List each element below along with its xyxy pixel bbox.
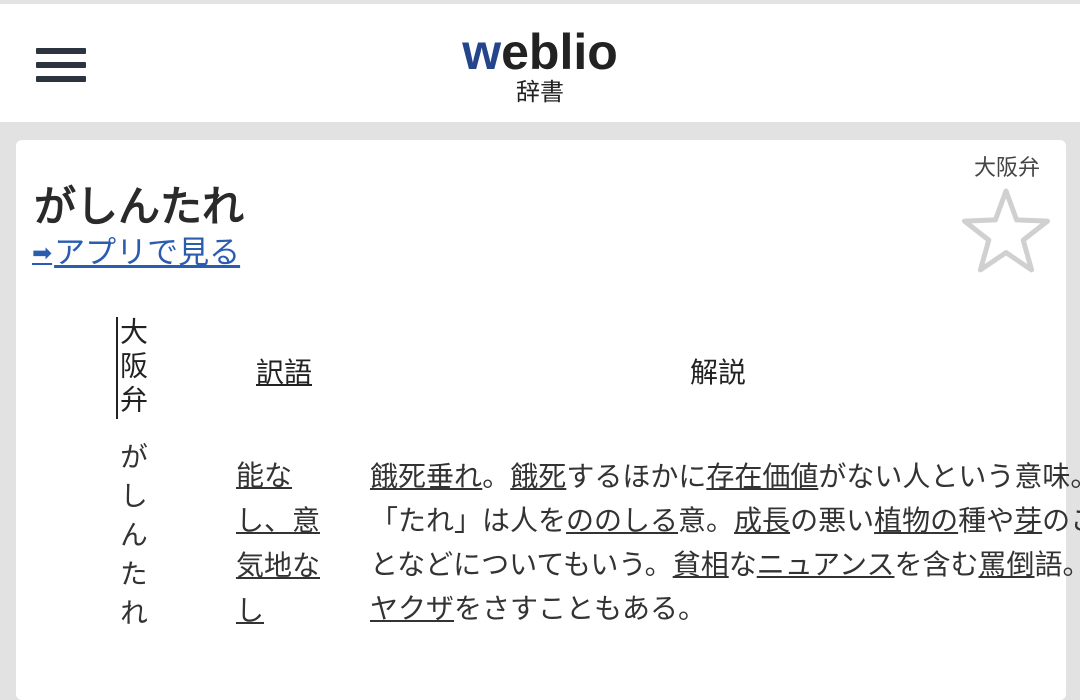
site-header: weblio 辞書 [0, 0, 1080, 122]
weblio-logo[interactable]: weblio [0, 26, 1080, 78]
dialect-tag: 大阪弁 [973, 156, 1040, 181]
description-link[interactable]: 成長 [734, 504, 790, 537]
description-cell: 餓死垂れ。餓死するほかに存在価値がない人という意味。「たれ」は人をののしる意。成… [336, 442, 1080, 644]
open-in-app-link[interactable]: ➡ アプリで見る [32, 234, 240, 272]
table-row: がしんたれ 能なし、意気地なし 餓死垂れ。餓死するほかに存在価値がない人という意… [32, 442, 1080, 644]
description-plain-text: の悪い [790, 504, 875, 537]
logo-subtitle: 辞書 [516, 78, 564, 106]
description-link[interactable]: 芽 [1014, 504, 1042, 537]
logo-w: w [462, 24, 502, 80]
description-plain-text: するほかに [566, 460, 707, 493]
description-plain-text: をさすこともある。 [454, 592, 707, 625]
description-link[interactable]: ののしる [566, 504, 678, 537]
word-vertical: がしんたれ [116, 442, 149, 637]
dialect-table: 大阪弁 訳語 解説 がしんたれ 能なし、意気地なし 餓死垂れ。餓死するほかに存在… [32, 300, 1080, 644]
description-plain-text: 種や [958, 504, 1015, 537]
entry-card: 大阪弁 がしんたれ ➡ アプリで見る 大阪弁 訳語 解説 がしんたれ 能なし、意気… [16, 140, 1080, 700]
entry-headword: がしんたれ [34, 182, 245, 231]
description-link[interactable]: の [930, 504, 958, 537]
description-link[interactable]: 罵倒 [979, 548, 1035, 581]
column-header-description: 解説 [689, 356, 746, 389]
description-plain-text: 。 [482, 460, 511, 493]
translation-link[interactable]: 能なし、意気地なし [236, 453, 336, 633]
description-plain-text: 意。 [678, 504, 735, 537]
column-header-dialect: 大阪弁 [32, 300, 232, 442]
translation-column-link[interactable]: 訳語 [256, 356, 312, 389]
logo-rest: eblio [501, 24, 618, 80]
translation-cell: 能なし、意気地なし [232, 442, 336, 644]
dialect-column-link[interactable]: 大阪弁 [112, 317, 152, 419]
description-link[interactable]: 餓死 [510, 460, 566, 493]
description-link[interactable]: 植物 [874, 504, 930, 537]
description-plain-text: 語。 [1034, 548, 1080, 581]
table-header-row: 大阪弁 訳語 解説 [32, 300, 1080, 442]
description-link[interactable]: 存在価値 [706, 460, 818, 493]
description-link[interactable]: 餓死垂れ [370, 460, 482, 493]
column-header-translation: 訳語 [232, 300, 336, 442]
description-link[interactable]: ヤクザ [370, 592, 454, 625]
right-arrow-icon: ➡ [32, 239, 53, 267]
description-text: 餓死垂れ。餓死するほかに存在価値がない人という意味。「たれ」は人をののしる意。成… [370, 455, 1080, 631]
description-link[interactable]: 貧相 [673, 548, 729, 581]
word-cell: がしんたれ [32, 442, 232, 644]
description-plain-text: を含む [894, 548, 979, 581]
open-in-app-label: アプリで見る [54, 235, 241, 271]
star-outline-icon[interactable] [960, 186, 1052, 274]
description-link[interactable]: ニュアンス [757, 548, 895, 581]
description-plain-text: な [728, 548, 757, 581]
